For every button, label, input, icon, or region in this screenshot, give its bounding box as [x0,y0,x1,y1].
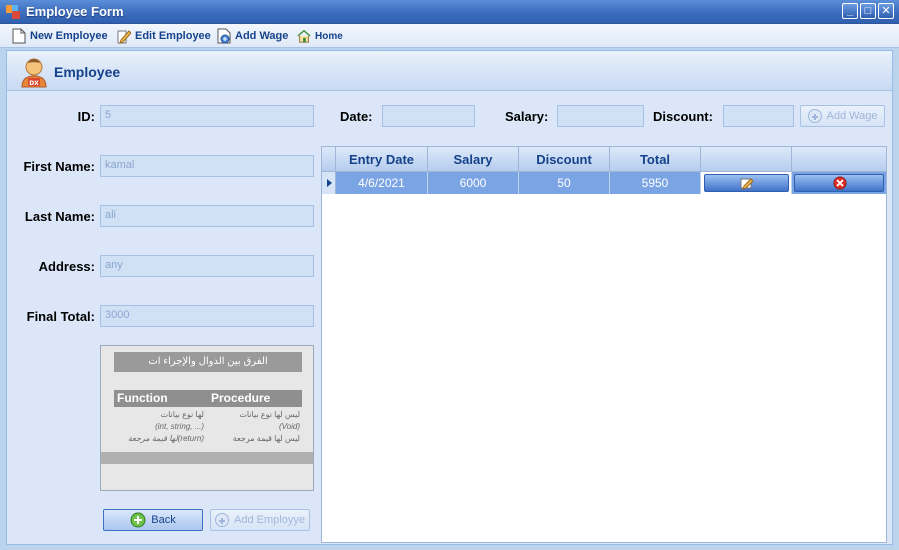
new-document-icon [12,28,26,44]
panel-title: Employee [54,64,121,80]
thumbnail-cell: لها نوع بيانات [160,410,204,419]
employee-panel: DX Employee ID: 5 First Name: kamal Last… [6,50,893,545]
id-field[interactable]: 5 [100,105,314,127]
back-label: Back [151,514,176,526]
column-header-discount[interactable]: Discount [519,147,610,172]
back-plus-icon [130,512,146,528]
home-button[interactable]: Home [297,27,343,45]
thumbnail-cell: ليس لها نوع بيانات [239,410,300,419]
app-icon [6,5,20,19]
thumbnail-footer-bar [101,452,313,464]
delete-x-icon [833,176,847,190]
add-wage-label: Add Wage [235,30,289,42]
close-icon[interactable]: ✕ [878,3,894,19]
back-button[interactable]: Back [103,509,203,531]
add-wage-form-label: Add Wage [826,110,878,122]
thumbnail-function-header: Function [114,390,208,407]
add-wage-plus-icon [807,109,822,123]
row-indicator-icon [322,172,336,194]
new-employee-button[interactable]: New Employee [12,27,108,45]
function-vs-procedure-image: الفرق بين الدوال والإجراء ات Function Pr… [100,345,314,491]
cell-discount[interactable]: 50 [519,172,610,194]
add-employee-plus-icon [215,513,230,527]
grid-header: Entry Date Salary Discount Total [322,147,886,172]
add-document-icon [217,28,231,44]
panel-body: ID: 5 First Name: kamal Last Name: ali A… [7,91,892,544]
salary-field[interactable] [557,105,644,127]
add-wage-button[interactable]: Add Wage [217,27,288,45]
date-label: Date: [340,109,373,124]
cell-entry-date[interactable]: 4/6/2021 [336,172,428,194]
home-icon [297,29,311,43]
toolbar: New Employee Edit Employee Add Wage Home [0,24,899,48]
cell-delete [792,172,886,194]
thumbnail-cell: (int, string, ...) [155,422,204,431]
thumbnail-procedure-header: Procedure [208,390,302,407]
address-field[interactable]: any [100,255,314,277]
date-picker[interactable] [382,105,475,127]
minimize-icon[interactable]: _ [842,3,858,19]
discount-label: Discount: [653,109,713,124]
home-label: Home [315,30,343,42]
employee-avatar-icon: DX [21,58,47,88]
column-header-entry-date[interactable]: Entry Date [336,147,428,172]
last-name-label: Last Name: [24,209,95,224]
add-employee-label: Add Employye [234,514,305,526]
thumbnail-title: الفرق بين الدوال والإجراء ات [114,352,302,372]
cell-edit [701,172,792,194]
salary-label: Salary: [505,109,549,124]
window-title: Employee Form [26,4,124,19]
thumbnail-cell: (Void) [278,422,300,431]
id-label: ID: [77,109,95,124]
address-label: Address: [38,259,95,274]
edit-employee-label: Edit Employee [135,30,211,42]
add-wage-form-button[interactable]: Add Wage [800,105,885,127]
thumbnail-cell: ليس لها قيمة مرجعة [232,434,300,443]
column-header-edit [701,147,792,172]
edit-pencil-icon [740,178,754,190]
column-header-salary[interactable]: Salary [428,147,519,172]
add-employee-button[interactable]: Add Employye [210,509,310,531]
column-header-total[interactable]: Total [610,147,701,172]
first-name-field[interactable]: kamal [100,155,314,177]
first-name-label: First Name: [23,159,95,174]
dx-badge: DX [29,80,39,87]
grid-indicator-header [322,147,336,172]
edit-row-button[interactable] [704,174,789,192]
edit-pencil-icon [117,30,131,44]
table-row[interactable]: 4/6/2021 6000 50 5950 [322,172,886,194]
delete-row-button[interactable] [794,174,884,192]
final-total-field[interactable]: 3000 [100,305,314,327]
title-bar: Employee Form _ □ ✕ [0,0,899,24]
new-employee-label: New Employee [30,30,108,42]
discount-field[interactable] [723,105,794,127]
cell-salary[interactable]: 6000 [428,172,519,194]
edit-employee-button[interactable]: Edit Employee [117,27,211,45]
cell-total[interactable]: 5950 [610,172,701,194]
last-name-field[interactable]: ali [100,205,314,227]
panel-header: DX Employee [7,51,892,91]
column-header-delete [792,147,886,172]
thumbnail-cell: لها قيمة مرجعة(return) [127,434,204,443]
final-total-label: Final Total: [26,309,95,324]
maximize-icon[interactable]: □ [860,3,876,19]
wages-grid: Entry Date Salary Discount Total 4/6/202… [321,146,887,543]
